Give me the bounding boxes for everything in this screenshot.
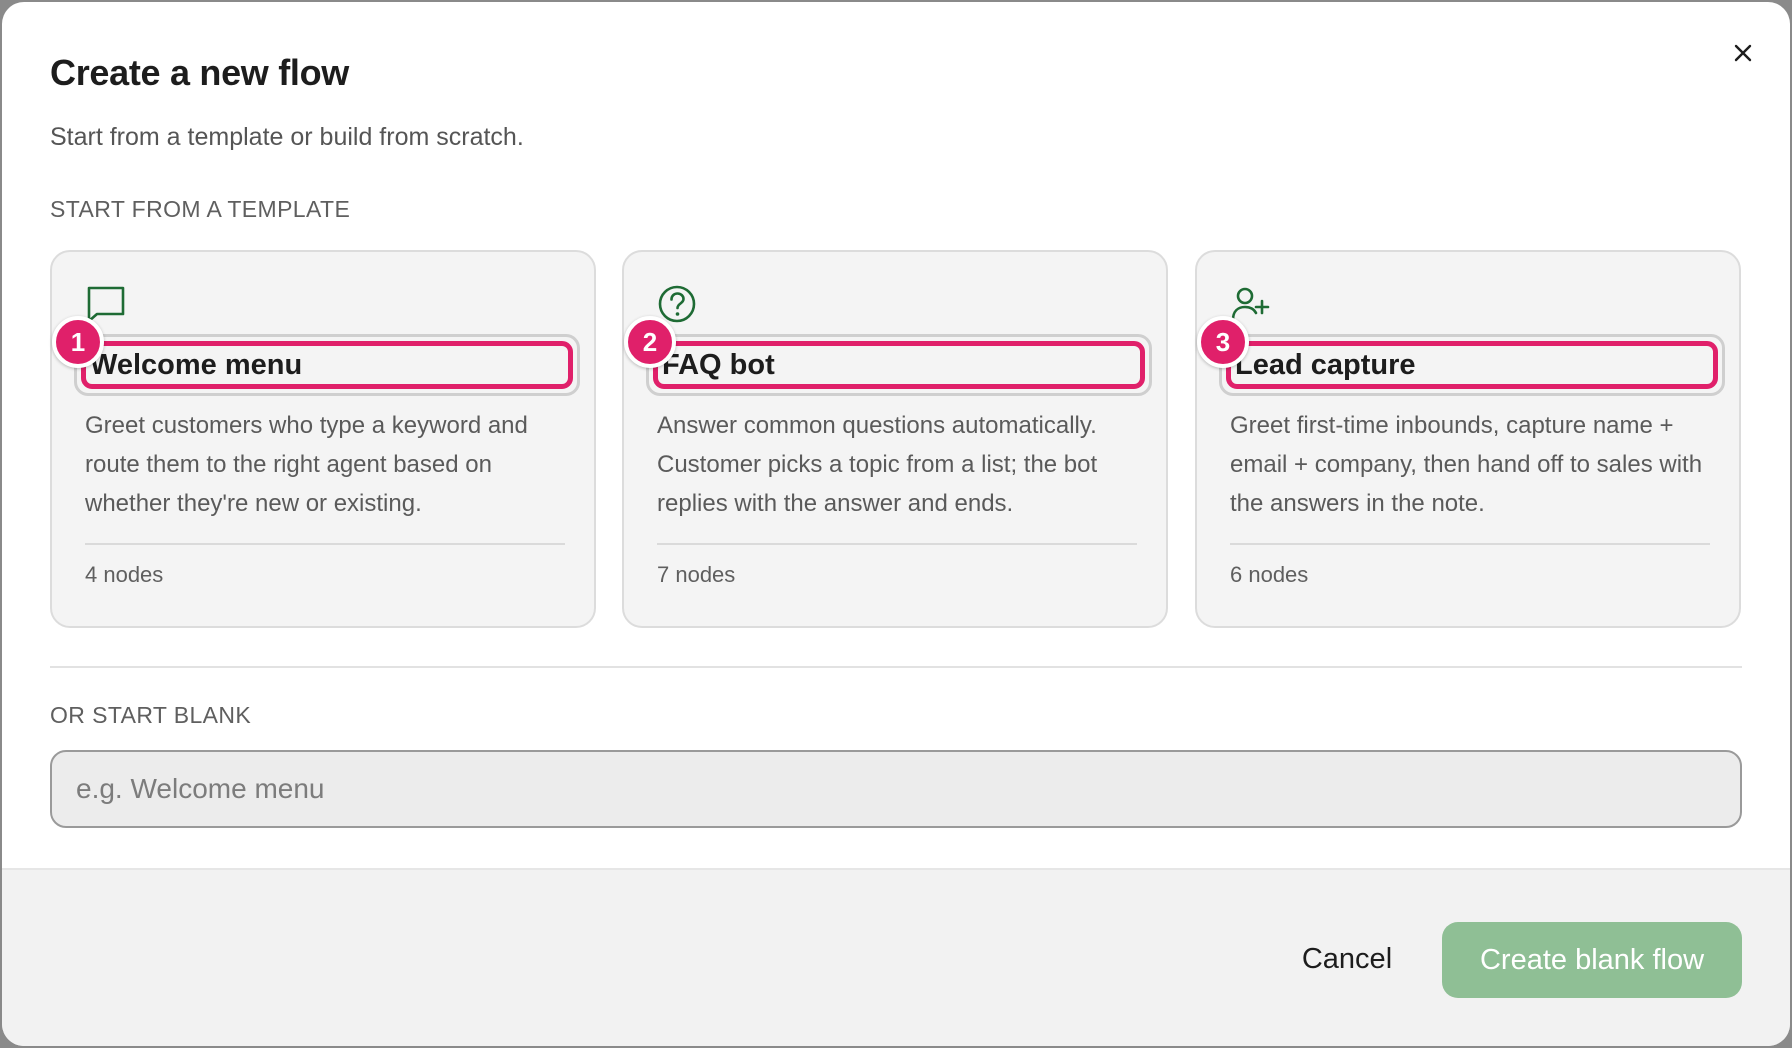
flow-name-input[interactable] [50, 750, 1742, 828]
section-divider [50, 666, 1742, 668]
close-button[interactable] [1728, 38, 1758, 68]
template-name-highlight: Welcome menu [74, 334, 580, 396]
dialog-subtitle: Start from a template or build from scra… [50, 123, 524, 151]
dialog-footer: Cancel Create blank flow [2, 868, 1790, 1046]
create-flow-dialog: Create a new flow Start from a template … [2, 2, 1790, 1046]
step-badge: 1 [52, 316, 104, 368]
template-cards: Welcome menu 1 Greet customers who type … [50, 250, 1742, 628]
templates-section-label: START FROM A TEMPLATE [50, 196, 351, 222]
template-node-count: 4 nodes [85, 562, 164, 587]
card-divider [1230, 543, 1710, 545]
template-name: Welcome menu [81, 341, 573, 389]
close-icon [1734, 44, 1752, 62]
card-divider [85, 543, 565, 545]
template-card-lead-capture[interactable]: Lead capture 3 Greet first-time inbounds… [1195, 250, 1741, 628]
template-name-highlight: Lead capture [1219, 334, 1725, 396]
template-description: Greet customers who type a keyword and r… [85, 412, 528, 517]
card-divider [657, 543, 1137, 545]
template-node-count: 6 nodes [1230, 562, 1309, 587]
create-blank-flow-button[interactable]: Create blank flow [1442, 922, 1742, 998]
template-description: Greet first-time inbounds, capture name … [1230, 412, 1703, 517]
template-name: FAQ bot [653, 341, 1145, 389]
template-description: Answer common questions automatically. C… [657, 412, 1098, 517]
cancel-button[interactable]: Cancel [1272, 922, 1422, 996]
template-name-highlight: FAQ bot [646, 334, 1152, 396]
blank-section-label: OR START BLANK [50, 702, 252, 728]
step-badge: 3 [1197, 316, 1249, 368]
template-card-welcome-menu[interactable]: Welcome menu 1 Greet customers who type … [50, 250, 596, 628]
template-card-faq-bot[interactable]: FAQ bot 2 Answer common questions automa… [622, 250, 1168, 628]
template-node-count: 7 nodes [657, 562, 736, 587]
dialog-title: Create a new flow [50, 52, 349, 93]
template-name: Lead capture [1226, 341, 1718, 389]
step-badge: 2 [624, 316, 676, 368]
